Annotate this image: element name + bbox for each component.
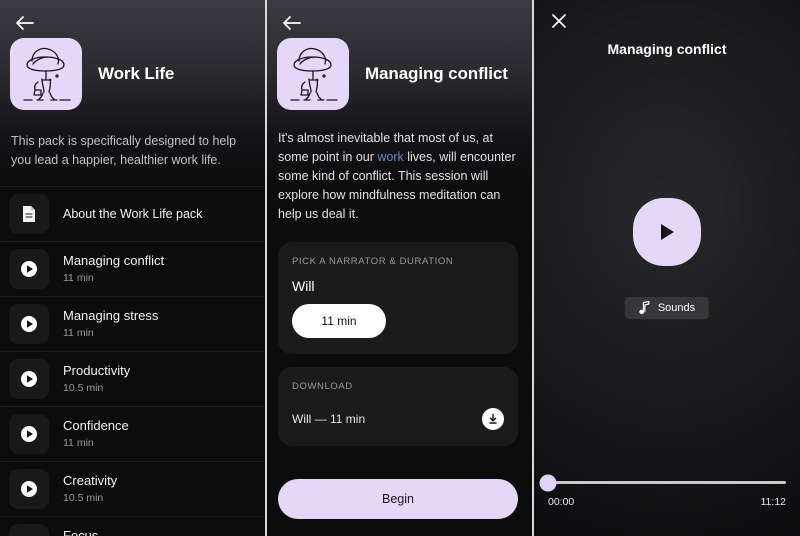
seek-times: 00:00 11:12 [548,496,786,508]
narrator-name[interactable]: Will [292,278,504,294]
list-item-title: Confidence [63,418,129,433]
play-circle-icon [9,524,49,536]
play-circle-icon [9,359,49,399]
list-item-title: Managing stress [63,308,159,323]
list-item-text: Focus 10.5 min [63,527,103,536]
player-background [534,0,800,536]
download-text: Will — 11 min [292,412,366,426]
music-note-icon [639,301,650,314]
play-circle-icon [9,304,49,344]
page-title: Work Life [98,64,175,83]
list-item-title: About the Work Life pack [63,206,203,221]
download-icon[interactable] [482,408,504,430]
list-item-creativity[interactable]: Creativity 10.5 min [0,461,265,516]
download-card: DOWNLOAD Will — 11 min [278,367,518,446]
pack-screen: Work Life This pack is specifically desi… [0,0,265,536]
list-item-duration: 11 min [63,272,94,284]
session-description: It's almost inevitable that most of us, … [278,129,518,224]
list-item-text: Managing stress 11 min [63,307,158,341]
seek-thumb[interactable] [539,474,557,491]
total-time: 11:12 [760,496,787,508]
work-link[interactable]: work [377,150,403,164]
download-card-label: DOWNLOAD [292,381,353,392]
list-item-title: Productivity [63,363,131,378]
sounds-button[interactable]: Sounds [624,297,710,319]
list-item-text: Confidence 11 min [63,417,129,451]
close-icon[interactable] [546,8,572,34]
list-item-text: Managing conflict 11 min [63,252,164,286]
list-item-text: Productivity 10.5 min [63,362,130,396]
session-title: Managing conflict [365,64,508,83]
session-list: About the Work Life pack Managing confli… [0,186,265,536]
narrator-card-label: PICK A NARRATOR & DURATION [292,256,454,267]
play-button[interactable] [633,198,701,266]
back-icon[interactable] [277,8,307,38]
screenshot-root: Work Life This pack is specifically desi… [0,0,800,536]
play-circle-icon [9,249,49,289]
sounds-label: Sounds [657,302,696,314]
seek-track[interactable] [539,474,786,491]
list-item-confidence[interactable]: Confidence 11 min [0,406,265,461]
list-item-duration: 11 min [63,327,94,339]
seek-bar[interactable]: 00:00 11:12 [539,474,786,508]
session-artwork [277,38,349,110]
back-icon[interactable] [10,8,40,38]
play-circle-icon [9,469,49,509]
list-item-managing-conflict[interactable]: Managing conflict 11 min [0,241,265,296]
list-item-duration: 10.5 min [63,382,104,394]
list-item-managing-stress[interactable]: Managing stress 11 min [0,296,265,351]
pack-description: This pack is specifically designed to he… [11,134,237,167]
list-item-text: Creativity 10.5 min [63,472,117,506]
play-icon [661,224,674,240]
list-item-title: Creativity [63,473,118,488]
play-circle-icon [9,414,49,454]
list-item-about[interactable]: About the Work Life pack [0,186,265,241]
player-screen: Managing conflict Sounds 00:00 11:12 [534,0,800,536]
list-item-title: Focus [63,528,99,536]
list-item-focus[interactable]: Focus 10.5 min [0,516,265,536]
list-item-duration: 11 min [63,437,94,449]
player-title: Managing conflict [607,41,727,57]
narrator-duration-card: PICK A NARRATOR & DURATION Will 11 min [278,242,518,354]
session-screen: Managing conflict It's almost inevitable… [267,0,532,536]
elapsed-time: 00:00 [548,496,575,508]
list-item-duration: 10.5 min [63,492,104,504]
duration-chip[interactable]: 11 min [292,304,386,338]
list-item-title: Managing conflict [63,253,165,268]
list-item-text: About the Work Life pack [63,206,202,223]
document-icon [9,194,49,234]
download-row: Will — 11 min [292,408,504,430]
pack-artwork [10,38,82,110]
begin-button[interactable]: Begin [278,479,518,519]
list-item-productivity[interactable]: Productivity 10.5 min [0,351,265,406]
